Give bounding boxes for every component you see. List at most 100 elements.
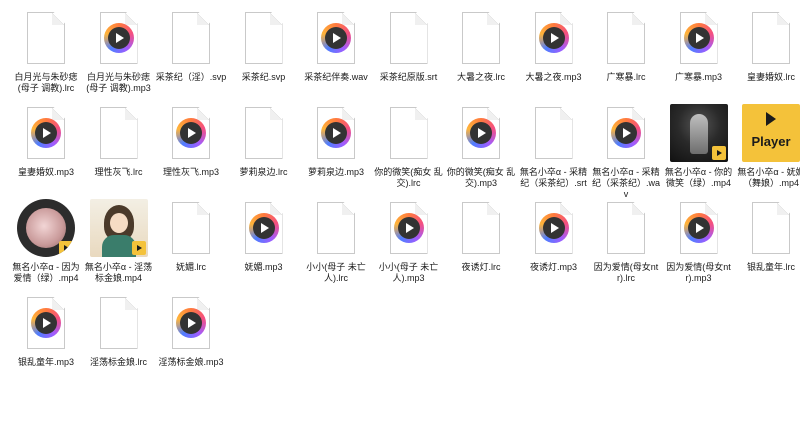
- page-fold: [269, 203, 282, 215]
- file-name: 妩媚.lrc: [176, 262, 206, 272]
- page-fold: [342, 203, 354, 215]
- text-file-icon: [99, 107, 138, 159]
- file-name: 小小(母子 未亡人).mp3: [378, 262, 439, 283]
- text-file-icon: [172, 12, 210, 64]
- audio-file-icon: [679, 202, 718, 254]
- file-item[interactable]: 夜诱灯.lrc: [445, 198, 517, 273]
- file-item[interactable]: 理性灰飞.mp3: [155, 103, 227, 178]
- file-item[interactable]: 無名小卒α - 你的微笑（绿）.mp4: [663, 103, 735, 189]
- play-disc-icon: [31, 118, 61, 148]
- player-badge-icon: [131, 241, 146, 255]
- file-thumbnail: [234, 103, 294, 163]
- play-disc-icon: [176, 118, 206, 148]
- text-file-icon: [389, 12, 428, 64]
- file-thumbnail: [16, 198, 76, 258]
- file-item[interactable]: 银乱童年.lrc: [735, 198, 800, 273]
- file-item[interactable]: 大暑之夜.lrc: [445, 8, 517, 83]
- page-fold: [342, 108, 354, 120]
- file-item[interactable]: 皇妻婚奴.mp3: [10, 103, 82, 178]
- file-name: 淫荡标金娘.lrc: [90, 357, 147, 367]
- file-name: 妩媚.mp3: [244, 262, 283, 272]
- file-item[interactable]: 淫荡标金娘.mp3: [155, 293, 227, 368]
- audio-file-icon: [244, 202, 283, 254]
- file-thumbnail: [161, 198, 221, 258]
- page-fold: [559, 13, 572, 25]
- file-name: 無名小卒α - 你的微笑（绿）.mp4: [664, 167, 733, 188]
- file-item[interactable]: 采茶纪.svp: [228, 8, 300, 83]
- play-disc-icon: [31, 308, 61, 338]
- file-name: 采茶纪原版.srt: [379, 72, 438, 82]
- file-item[interactable]: 萝莉泉边.mp3: [300, 103, 372, 178]
- file-thumbnail: [89, 103, 149, 163]
- file-name: 你的微笑(痴女 乱交).lrc: [374, 167, 443, 188]
- file-name: 皇妻婚奴.lrc: [747, 72, 795, 82]
- file-name: 广寒暴.lrc: [606, 72, 646, 82]
- play-icon: [43, 318, 51, 328]
- file-item[interactable]: 采茶纪原版.srt: [373, 8, 445, 83]
- file-item[interactable]: 妩媚.mp3: [228, 198, 300, 273]
- file-thumbnail: [234, 198, 294, 258]
- file-item[interactable]: 广寒暴.mp3: [663, 8, 735, 83]
- audio-file-icon: [99, 12, 138, 64]
- text-file-icon: [462, 12, 500, 64]
- file-item[interactable]: 采茶纪（淫）.svp: [155, 8, 227, 83]
- file-item[interactable]: 淫荡标金娘.lrc: [83, 293, 155, 368]
- file-item[interactable]: 無名小卒α - 采精纪（采茶纪）.wav: [590, 103, 662, 200]
- file-item[interactable]: 大暑之夜.mp3: [518, 8, 590, 83]
- file-item[interactable]: 白月光与朱砂痣(母子 调教).mp3: [83, 8, 155, 94]
- file-name: 小小(母子 未亡人).lrc: [306, 262, 366, 283]
- file-item[interactable]: 采茶纪伴奏.wav: [300, 8, 372, 83]
- audio-file-icon: [534, 202, 573, 254]
- play-icon: [405, 223, 414, 233]
- video-thumbnail-icon: [89, 199, 148, 257]
- file-thumbnail: [524, 198, 584, 258]
- file-name: 采茶纪（淫）.svp: [155, 72, 227, 82]
- file-name: 夜诱灯.mp3: [529, 262, 577, 272]
- file-item[interactable]: 無名小卒α - 采精纪（采茶纪）.srt: [518, 103, 590, 189]
- file-item[interactable]: 你的微笑(痴女 乱交).mp3: [445, 103, 517, 189]
- page-fold: [269, 108, 282, 120]
- page-fold: [414, 108, 427, 120]
- file-thumbnail: [161, 8, 221, 68]
- file-thumbnail: [89, 293, 149, 353]
- file-item[interactable]: 小小(母子 未亡人).lrc: [300, 198, 372, 284]
- file-item[interactable]: 因为爱情(母女ntr).lrc: [590, 198, 662, 284]
- play-icon: [766, 112, 776, 126]
- file-thumbnail: [161, 293, 221, 353]
- file-thumbnail: [306, 198, 366, 258]
- file-item[interactable]: 你的微笑(痴女 乱交).lrc: [373, 103, 445, 189]
- file-thumbnail: [306, 103, 366, 163]
- file-name: 大暑之夜.lrc: [457, 72, 505, 82]
- file-thumbnail: [16, 293, 76, 353]
- play-disc-icon: [321, 118, 351, 148]
- file-thumbnail: [16, 8, 76, 68]
- file-item[interactable]: 白月光与朱砂痣(母子 调教).lrc: [10, 8, 82, 94]
- file-item[interactable]: 妩媚.lrc: [155, 198, 227, 273]
- file-item[interactable]: 小小(母子 未亡人).mp3: [373, 198, 445, 284]
- file-item[interactable]: 银乱童年.mp3: [10, 293, 82, 368]
- file-thumbnail: [596, 8, 656, 68]
- page-fold: [197, 203, 209, 215]
- video-thumbnail-icon: [17, 199, 75, 257]
- audio-file-icon: [607, 107, 645, 159]
- file-name: 你的微笑(痴女 乱交).mp3: [446, 167, 516, 188]
- page-fold: [487, 203, 499, 215]
- file-thumbnail: [596, 103, 656, 163]
- file-name: 萝莉泉边.mp3: [307, 167, 364, 177]
- audio-file-icon: [172, 297, 210, 349]
- file-item[interactable]: Player 無名小卒α - 妩媚（舞娘）.mp4: [735, 103, 800, 189]
- file-item[interactable]: 無名小卒α - 淫荡标金娘.mp4: [83, 198, 155, 284]
- file-item[interactable]: 萝莉泉边.lrc: [228, 103, 300, 178]
- file-item[interactable]: 因为爱情(母女ntr).mp3: [663, 198, 735, 284]
- text-file-icon: [534, 107, 573, 159]
- file-item[interactable]: 广寒暴.lrc: [590, 8, 662, 83]
- file-item[interactable]: 無名小卒α - 因为爱情（绿）.mp4: [10, 198, 82, 284]
- play-icon: [478, 128, 486, 138]
- audio-file-icon: [317, 12, 355, 64]
- file-item[interactable]: 理性灰飞.lrc: [83, 103, 155, 178]
- file-thumbnail: [234, 8, 294, 68]
- file-item[interactable]: 皇妻婚奴.lrc: [735, 8, 800, 83]
- file-name: 夜诱灯.lrc: [461, 262, 501, 272]
- file-item[interactable]: 夜诱灯.mp3: [518, 198, 590, 273]
- page-fold: [197, 13, 209, 25]
